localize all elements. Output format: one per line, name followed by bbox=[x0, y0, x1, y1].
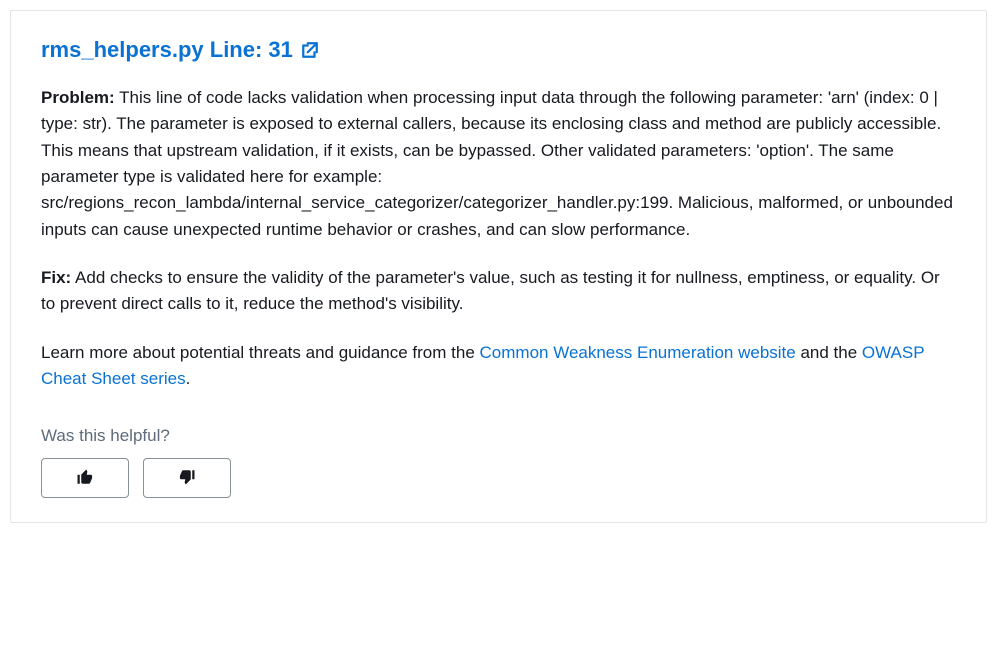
problem-label: Problem: bbox=[41, 88, 115, 107]
learn-more-prefix: Learn more about potential threats and g… bbox=[41, 343, 480, 362]
thumbs-down-button[interactable] bbox=[143, 458, 231, 498]
learn-more-section: Learn more about potential threats and g… bbox=[41, 340, 956, 393]
learn-more-suffix: . bbox=[186, 369, 191, 388]
thumbs-up-button[interactable] bbox=[41, 458, 129, 498]
thumbs-up-icon bbox=[76, 468, 94, 489]
external-link-icon bbox=[301, 41, 319, 59]
fix-section: Fix: Add checks to ensure the validity o… bbox=[41, 265, 956, 318]
fix-text: Add checks to ensure the validity of the… bbox=[41, 268, 940, 313]
thumbs-down-icon bbox=[178, 468, 196, 489]
recommendation-card: rms_helpers.py Line: 31 Problem: This li… bbox=[10, 10, 987, 523]
fix-label: Fix: bbox=[41, 268, 71, 287]
cwe-link[interactable]: Common Weakness Enumeration website bbox=[480, 343, 796, 362]
feedback-section: Was this helpful? bbox=[41, 426, 956, 498]
feedback-question: Was this helpful? bbox=[41, 426, 956, 446]
learn-more-middle: and the bbox=[796, 343, 862, 362]
problem-section: Problem: This line of code lacks validat… bbox=[41, 85, 956, 243]
file-line-link[interactable]: rms_helpers.py Line: 31 bbox=[41, 37, 319, 63]
problem-text: This line of code lacks validation when … bbox=[41, 88, 953, 239]
file-line-text: rms_helpers.py Line: 31 bbox=[41, 37, 293, 63]
feedback-buttons bbox=[41, 458, 956, 498]
